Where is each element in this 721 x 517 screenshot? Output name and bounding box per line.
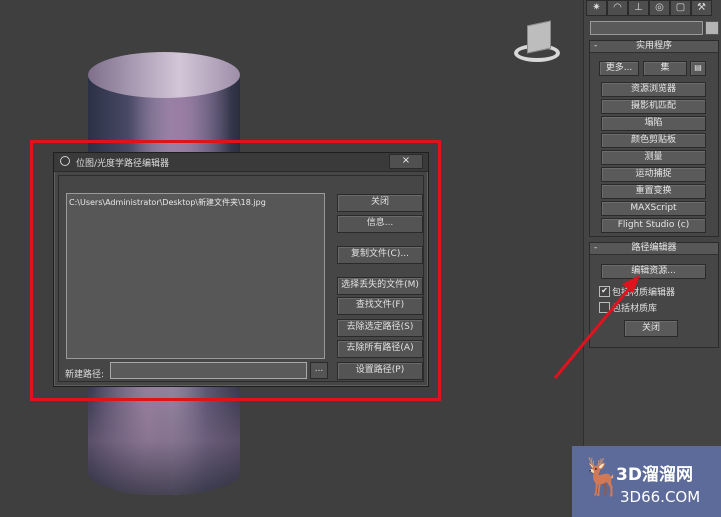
- watermark-logo: 🦌 3D溜溜网 3D66.COM: [572, 446, 721, 517]
- annotation-arrow: [553, 275, 640, 379]
- watermark-line1: 3D溜溜网: [616, 465, 693, 485]
- watermark-line2: 3D66.COM: [620, 488, 701, 506]
